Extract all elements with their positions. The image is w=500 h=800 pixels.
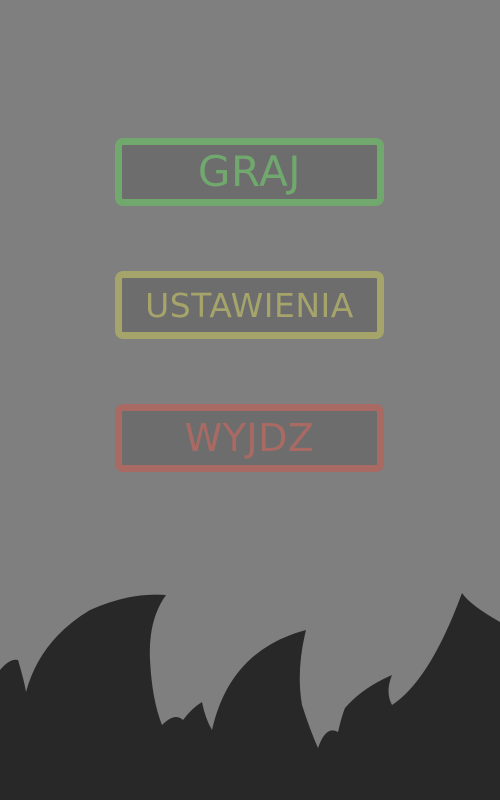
flames-silhouette [0, 593, 500, 800]
main-menu-screen: GRAJ USTAWIENIA WYJDZ [0, 0, 500, 800]
settings-button-label: USTAWIENIA [145, 285, 354, 325]
exit-button[interactable]: WYJDZ [115, 404, 384, 472]
play-button-label: GRAJ [197, 147, 302, 196]
exit-button-label: WYJDZ [184, 416, 315, 460]
settings-button[interactable]: USTAWIENIA [115, 271, 384, 339]
play-button[interactable]: GRAJ [115, 138, 384, 206]
flames-decoration [0, 593, 500, 800]
